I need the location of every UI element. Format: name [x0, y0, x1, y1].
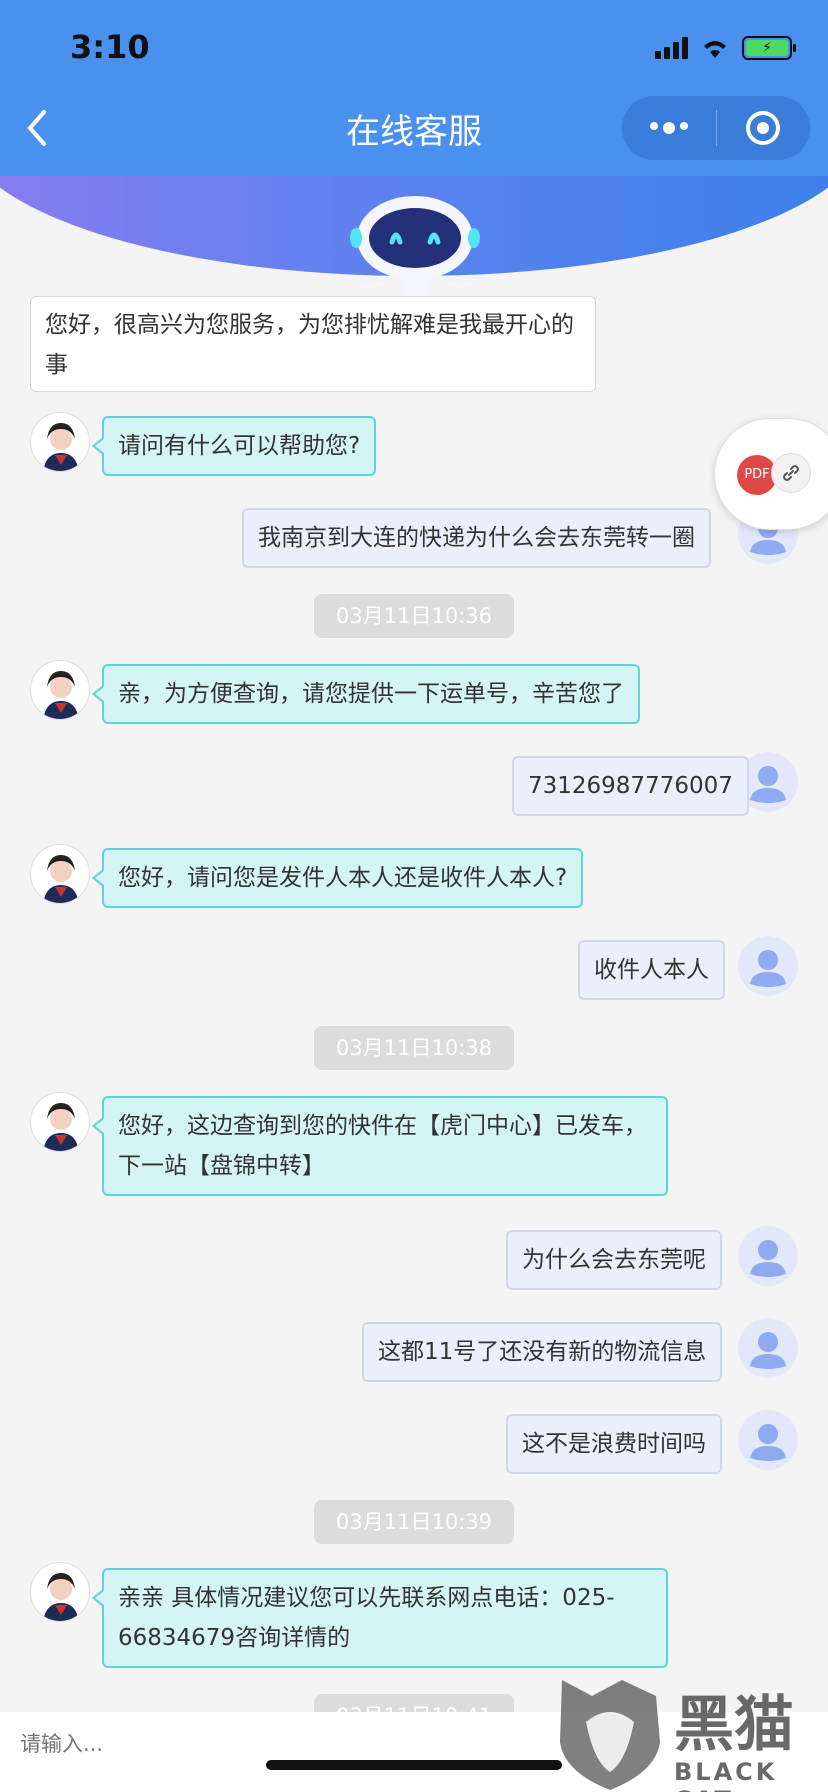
agent-avatar-icon — [43, 855, 79, 903]
welcome-message: 您好，很高兴为您服务，为您排忧解难是我最开心的事 — [30, 296, 596, 392]
top-header: 3:10 ⚡ 在线客服 — [0, 0, 828, 176]
robot-mascot-icon — [350, 196, 480, 296]
battery-icon: ⚡ — [742, 36, 796, 60]
target-icon — [746, 111, 781, 145]
signal-icon — [655, 37, 688, 59]
user-message: 为什么会去东莞呢 — [506, 1230, 722, 1290]
status-time: 3:10 — [70, 28, 150, 66]
status-icons: ⚡ — [655, 36, 796, 60]
agent-avatar — [30, 412, 90, 472]
agent-avatar-icon — [43, 1103, 79, 1151]
agent-avatar — [30, 660, 90, 720]
user-message: 收件人本人 — [578, 940, 725, 1000]
user-avatar-icon — [750, 950, 786, 987]
agent-message: 亲亲 具体情况建议您可以先联系网点电话：025-66834679咨询详情的 — [92, 1568, 668, 1668]
header-banner — [0, 176, 828, 296]
agent-message: 请问有什么可以帮助您? — [91, 416, 377, 476]
user-avatar — [738, 936, 798, 996]
wifi-icon — [704, 41, 726, 58]
timestamp-label: 03月11日10:36 — [314, 594, 514, 638]
user-message: 这不是浪费时间吗 — [506, 1414, 722, 1474]
more-button[interactable] — [622, 96, 716, 160]
user-avatar — [738, 1318, 798, 1378]
agent-avatar — [30, 1562, 90, 1622]
home-indicator — [266, 1760, 562, 1770]
timestamp-label: 03月11日10:39 — [314, 1500, 514, 1544]
close-miniprogram-button[interactable] — [717, 96, 811, 160]
agent-avatar — [30, 1092, 90, 1152]
watermark-brand-cn: 黑猫 — [674, 1690, 794, 1760]
user-avatar — [738, 1410, 798, 1470]
user-avatar-icon — [750, 1332, 786, 1369]
user-message: 73126987776007 — [512, 756, 749, 816]
user-avatar-icon — [750, 1424, 786, 1461]
agent-avatar-icon — [43, 1573, 79, 1621]
floating-pdf-widget[interactable]: PDF — [714, 418, 828, 530]
user-avatar — [738, 1226, 798, 1286]
agent-message: 您好，请问您是发件人本人还是收件人本人? — [91, 848, 584, 908]
agent-message: 亲，为方便查询，请您提供一下运单号，辛苦您了 — [92, 664, 640, 724]
user-message: 这都11号了还没有新的物流信息 — [362, 1322, 723, 1382]
agent-avatar-icon — [43, 423, 79, 471]
user-message: 我南京到大连的快递为什么会去东莞转一圈 — [242, 508, 711, 568]
timestamp-label: 03月11日10:38 — [314, 1026, 514, 1070]
agent-message: 您好，这边查询到您的快件在【虎门中心】已发车，下一站【盘锦中转】 — [92, 1096, 668, 1196]
blackcat-watermark: 黑猫 BLACK CAT — [556, 1672, 828, 1792]
link-icon — [771, 453, 811, 493]
more-dots-icon — [649, 122, 688, 134]
user-avatar-icon — [750, 1240, 786, 1277]
watermark-brand-en: BLACK CAT — [674, 1758, 778, 1792]
agent-avatar — [30, 844, 90, 904]
message-input[interactable] — [20, 1732, 420, 1756]
mini-program-capsule — [622, 96, 810, 160]
agent-avatar-icon — [43, 671, 79, 719]
